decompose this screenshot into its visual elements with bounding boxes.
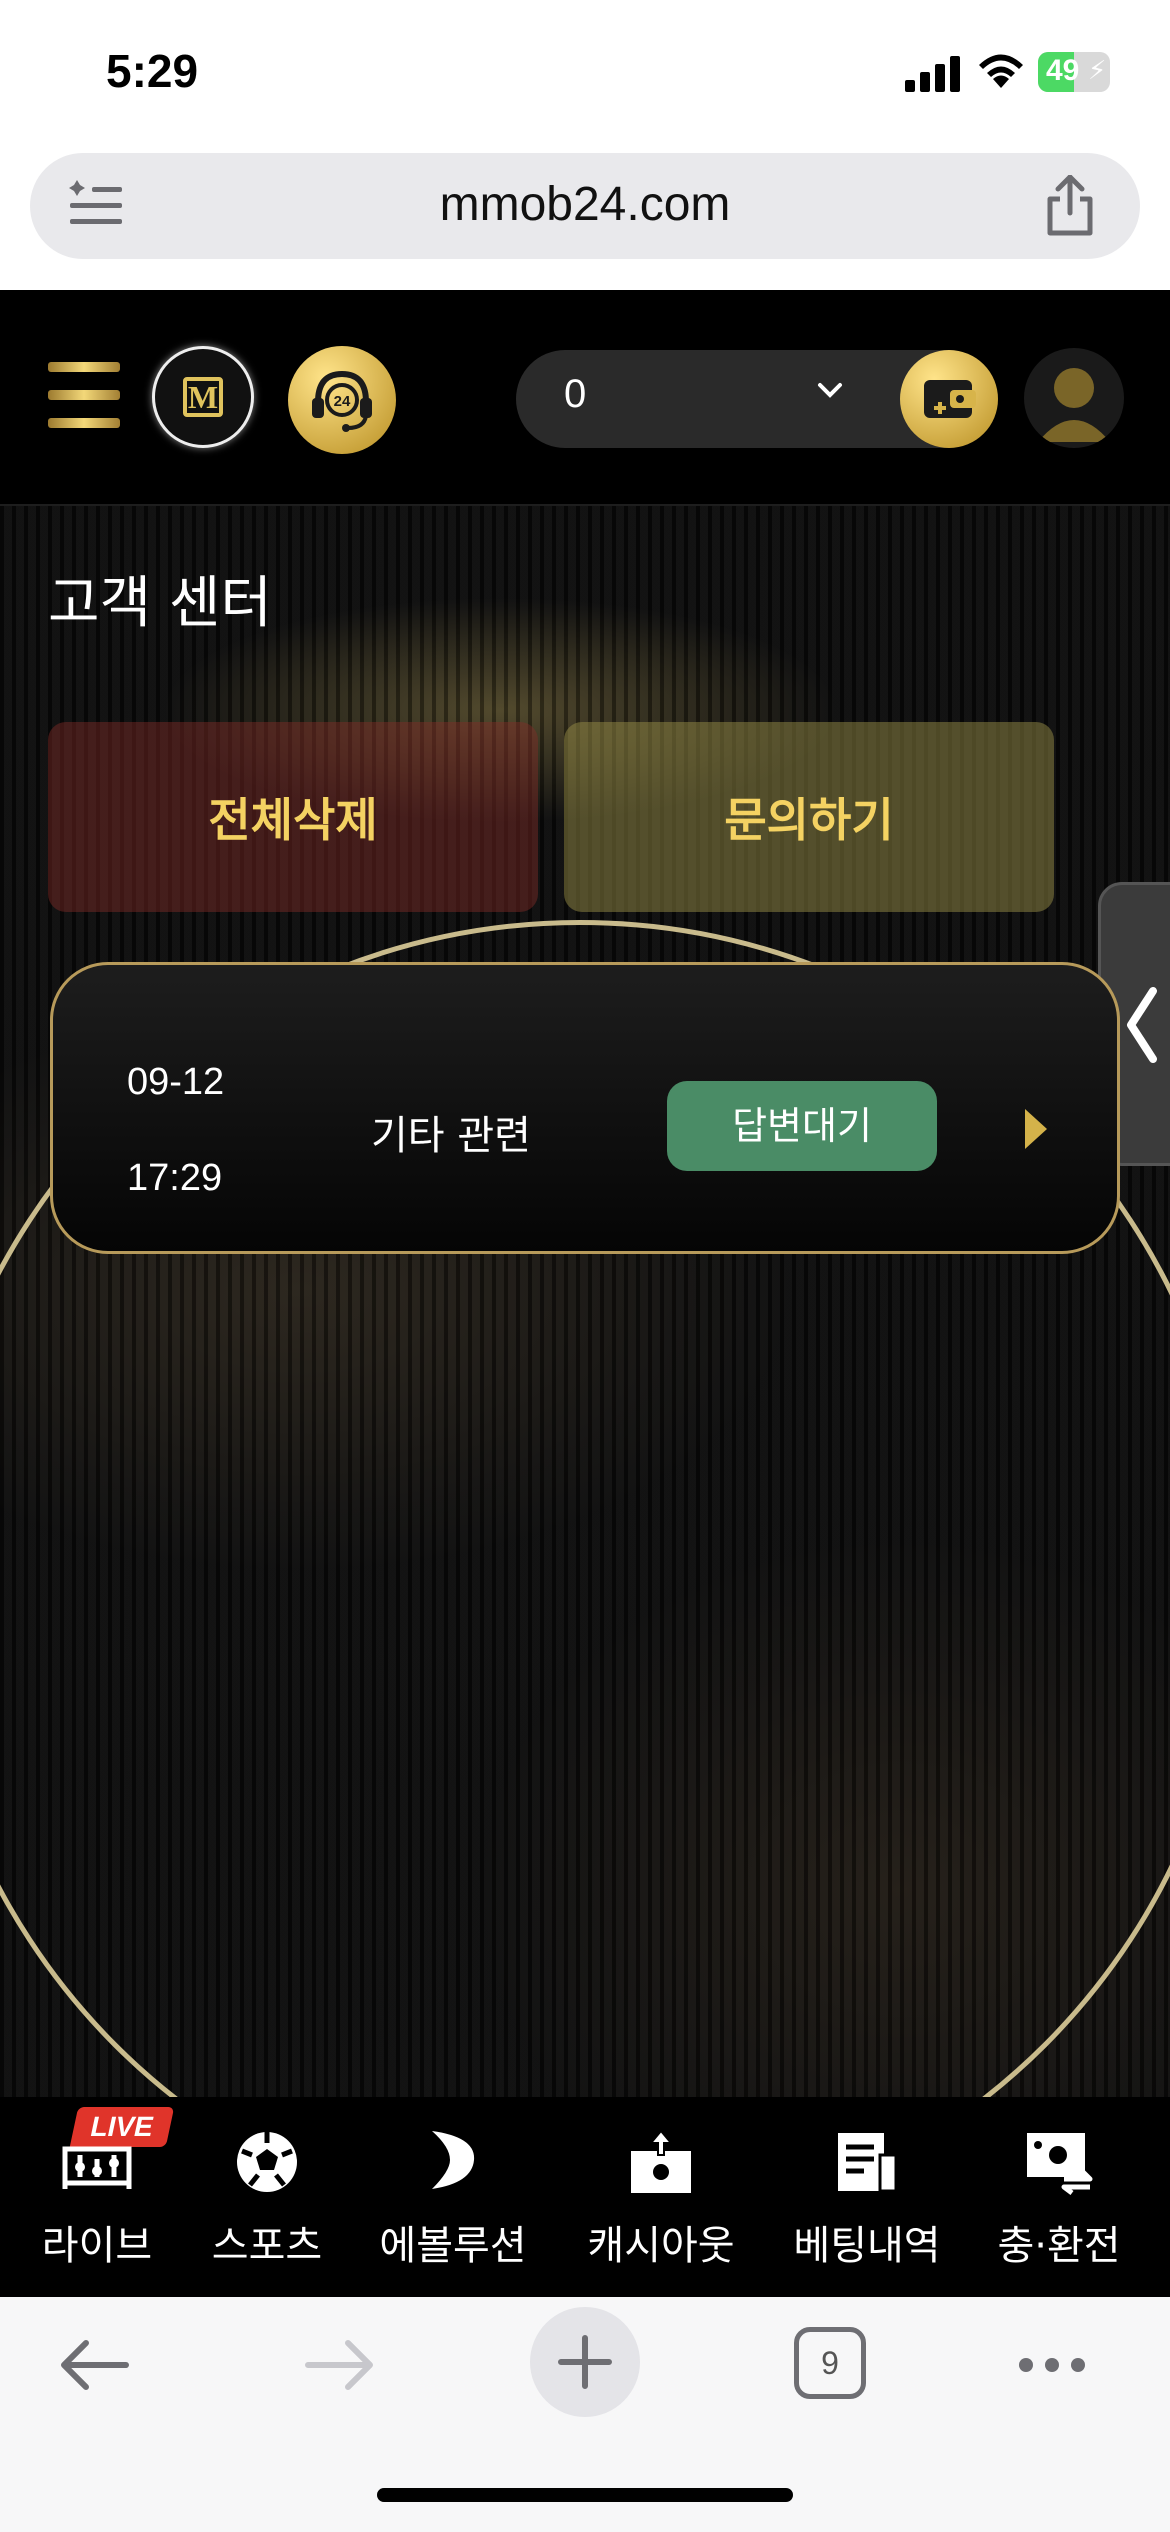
nav-evolution[interactable]: 에볼루션 xyxy=(356,2097,550,2297)
exchange-icon xyxy=(1027,2133,1093,2195)
live-stats-icon xyxy=(62,2146,132,2189)
inquire-label: 문의하기 xyxy=(724,793,894,847)
new-tab-button[interactable] xyxy=(530,2307,640,2417)
inquiry-time: 17:29 xyxy=(127,1157,223,1199)
nav-label: 스포츠 xyxy=(211,2223,323,2269)
app-content: M 24 0 고객 센터 전체삭제 문의하기 09-12 17:29 기타 관련… xyxy=(0,290,1170,2097)
nav-sports[interactable]: 스포츠 xyxy=(170,2097,364,2297)
nav-exchange[interactable]: 충·환전 xyxy=(962,2097,1156,2297)
support-24-icon[interactable]: 24 xyxy=(288,346,396,454)
more-options-icon[interactable] xyxy=(1016,2353,1088,2377)
delete-all-label: 전체삭제 xyxy=(208,793,378,847)
back-arrow-icon[interactable] xyxy=(58,2337,130,2393)
nav-label: 에볼루션 xyxy=(379,2223,527,2269)
chevron-left-icon xyxy=(1127,987,1157,1063)
user-avatar-icon[interactable] xyxy=(1024,348,1124,448)
menu-icon[interactable] xyxy=(48,362,120,428)
inquiry-date: 09-12 xyxy=(127,1061,225,1103)
status-badge: 답변대기 xyxy=(667,1081,937,1171)
page-title: 고객 센터 xyxy=(48,571,272,636)
tabs-button[interactable]: 9 xyxy=(794,2327,866,2399)
svg-text:24: 24 xyxy=(334,393,351,410)
delete-all-button[interactable]: 전체삭제 xyxy=(48,722,538,912)
forward-arrow-icon[interactable] xyxy=(304,2337,376,2393)
nav-label: 베팅내역 xyxy=(793,2223,941,2269)
evolution-icon xyxy=(432,2131,475,2189)
charging-bolt-icon: ⚡ xyxy=(1088,56,1107,86)
balance-amount: 0 xyxy=(564,372,587,416)
plus-icon xyxy=(558,2335,612,2389)
nav-live[interactable]: LIVE 라이브 xyxy=(0,2097,194,2297)
logo-icon[interactable]: M xyxy=(152,346,254,448)
url-text[interactable]: mmob24.com xyxy=(30,177,1140,232)
chevron-right-icon[interactable] xyxy=(1021,1107,1051,1151)
nav-label: 라이브 xyxy=(41,2223,153,2269)
address-bar[interactable]: mmob24.com xyxy=(30,153,1140,259)
nav-label: 캐시아웃 xyxy=(587,2223,735,2269)
share-icon[interactable] xyxy=(1044,175,1096,237)
wallet-icon[interactable] xyxy=(900,350,998,448)
nav-betting-history[interactable]: 베팅내역 xyxy=(770,2097,964,2297)
battery-level: 49 xyxy=(1046,54,1080,87)
cellular-signal-icon xyxy=(905,56,960,92)
battery-indicator: 49 ⚡ xyxy=(1038,52,1110,92)
betting-history-icon xyxy=(838,2133,898,2193)
status-bar: 5:29 49 ⚡ xyxy=(0,0,1170,150)
inquire-button[interactable]: 문의하기 xyxy=(564,722,1054,912)
wifi-icon xyxy=(979,54,1023,88)
inquiry-row[interactable]: 09-12 17:29 기타 관련 답변대기 xyxy=(50,962,1120,1254)
home-indicator xyxy=(377,2488,793,2502)
top-navigation: M 24 0 xyxy=(0,290,1170,506)
soccer-ball-icon xyxy=(237,2132,297,2192)
cashout-icon xyxy=(631,2129,691,2193)
nav-cashout[interactable]: 캐시아웃 xyxy=(564,2097,758,2297)
chevron-down-icon[interactable] xyxy=(816,380,844,400)
bottom-navigation: LIVE 라이브 스포츠 에볼루션 캐시아웃 베팅내역 충·환전 xyxy=(0,2097,1170,2297)
inquiry-category: 기타 관련 xyxy=(371,1113,531,1159)
nav-label: 충·환전 xyxy=(997,2223,1121,2269)
status-time: 5:29 xyxy=(106,45,199,97)
